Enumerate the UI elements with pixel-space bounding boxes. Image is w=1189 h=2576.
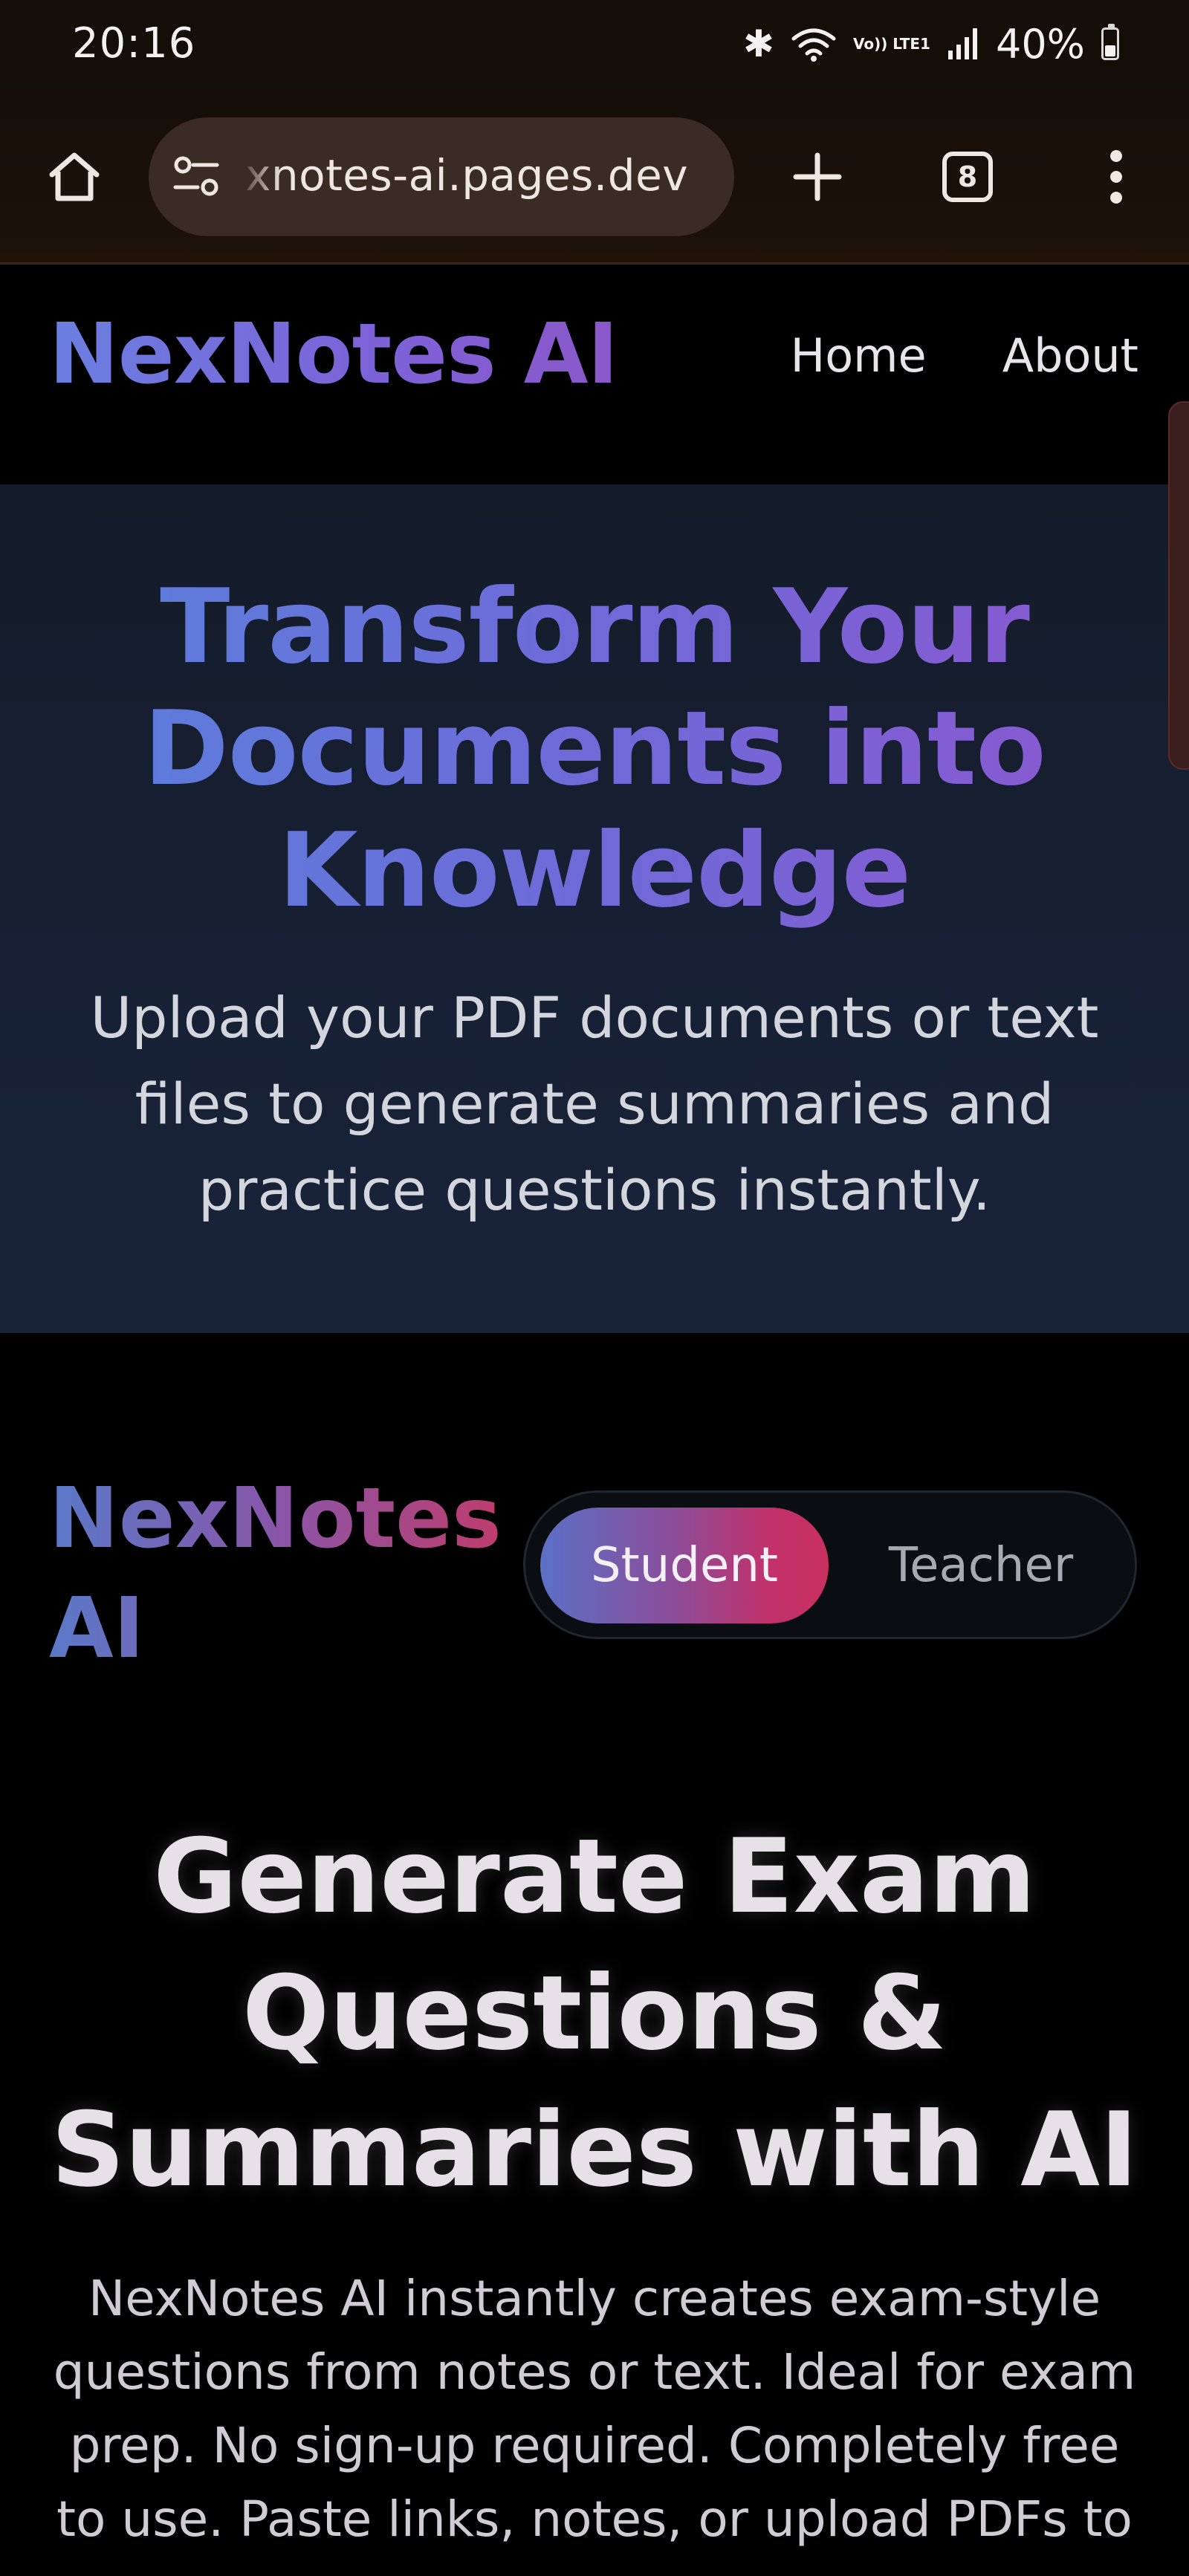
- role-toggle: Student Teacher: [523, 1490, 1137, 1639]
- wifi-icon: [791, 25, 837, 62]
- address-bar[interactable]: xnotes-ai.pages.dev: [149, 117, 734, 236]
- status-bar: 20:16 ✱ Vo)) LTE1 40%: [0, 0, 1189, 88]
- url-text[interactable]: xnotes-ai.pages.dev: [245, 150, 688, 201]
- hero-subtitle: Upload your PDF documents or text files …: [90, 984, 1099, 1223]
- home-icon: [49, 152, 100, 201]
- nav-link-about[interactable]: About: [1002, 328, 1138, 383]
- battery-percentage: 40%: [995, 20, 1085, 68]
- role-student-button[interactable]: Student: [540, 1508, 829, 1623]
- tab-switcher-button[interactable]: 8: [930, 140, 1005, 214]
- battery-fill: [1105, 45, 1115, 56]
- generate-title: Generate Exam Questions & Summaries with…: [51, 1817, 1138, 2210]
- plus-icon: [793, 152, 842, 201]
- tune-icon[interactable]: [171, 153, 221, 201]
- status-icons: ✱ Vo)) LTE1 40%: [743, 18, 1119, 70]
- brand-logo[interactable]: NexNotes AI: [49, 306, 618, 403]
- hero-section: Transform Your Documents into Knowledge …: [0, 484, 1189, 1333]
- url-fade: [238, 140, 282, 214]
- browser-toolbar: xnotes-ai.pages.dev 8: [0, 88, 1189, 265]
- role-section: NexNotes AI Student Teacher Generate Exa…: [0, 1333, 1189, 2576]
- site-header: NexNotes AI Home About: [0, 265, 1189, 484]
- new-tab-button[interactable]: [780, 140, 855, 214]
- generate-description: NexNotes AI instantly creates exam-style…: [53, 2270, 1136, 2548]
- nav-link-home[interactable]: Home: [791, 328, 927, 383]
- browser-menu-button[interactable]: [1079, 140, 1153, 214]
- home-button[interactable]: [37, 140, 111, 214]
- battery-icon: [1101, 24, 1119, 60]
- status-time: 20:16: [72, 19, 196, 68]
- role-teacher-button[interactable]: Teacher: [836, 1508, 1126, 1623]
- tab-count: 8: [942, 152, 993, 202]
- nav-links: Home About: [791, 328, 1138, 383]
- signal-icon: [947, 27, 979, 61]
- more-vert-icon: [1110, 150, 1122, 204]
- hero-title: Transform Your Documents into Knowledge: [59, 566, 1130, 932]
- bluetooth-icon: ✱: [743, 22, 774, 65]
- section-brand: NexNotes AI: [49, 1464, 510, 1684]
- volte-icon: Vo)) LTE1: [852, 35, 930, 53]
- page-scrollbar[interactable]: [1168, 401, 1189, 770]
